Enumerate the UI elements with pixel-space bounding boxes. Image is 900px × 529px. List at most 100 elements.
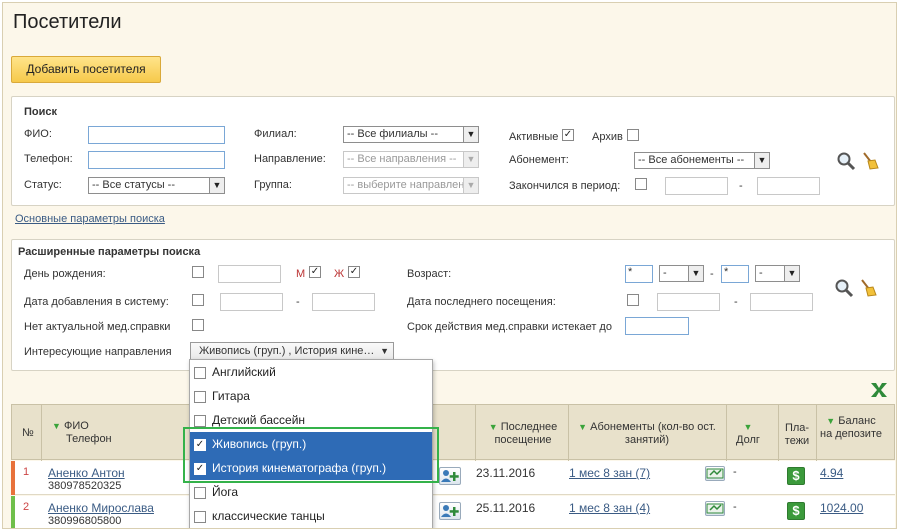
- chevron-down-icon: ▼: [754, 153, 769, 168]
- dropdown-option[interactable]: Английский: [190, 360, 432, 384]
- advanced-title: Расширенные параметры поиска: [18, 246, 201, 258]
- col-debt[interactable]: ▼ Долг: [728, 421, 768, 447]
- branch-value: -- Все филиалы --: [347, 128, 438, 140]
- sort-triangle-icon: ▼: [826, 416, 836, 426]
- option-label: Гитара: [212, 389, 250, 403]
- row-debt: -: [733, 501, 737, 513]
- broom-icon[interactable]: [860, 151, 880, 171]
- row-subscription-link[interactable]: 1 мес 8 зан (7): [569, 466, 650, 480]
- col-subscriptions[interactable]: ▼ Абонементы (кол-во ост. занятий): [572, 421, 722, 447]
- add-visitor-button[interactable]: Добавить посетителя: [11, 56, 161, 83]
- age-dash: -: [710, 268, 714, 280]
- dropdown-option[interactable]: классические танцы: [190, 504, 432, 528]
- col-subscriptions-label: Абонементы (кол-во ост. занятий): [590, 421, 716, 446]
- cert-expires-input[interactable]: [625, 317, 689, 335]
- col-last-visit[interactable]: ▼ Последнее посещение: [478, 421, 568, 447]
- ended-period-label: Закончился в период:: [509, 180, 621, 192]
- row-last-visit: 23.11.2016: [476, 466, 536, 480]
- add-subscription-icon[interactable]: [439, 467, 461, 485]
- payment-dollar-icon[interactable]: $: [787, 502, 805, 520]
- row-status-bar: [11, 496, 15, 528]
- group-label: Группа:: [254, 179, 292, 191]
- search-icon[interactable]: [836, 151, 856, 171]
- option-checkbox[interactable]: [194, 390, 206, 403]
- row-balance[interactable]: 4.94: [820, 466, 843, 480]
- option-checkbox[interactable]: [194, 414, 206, 427]
- table-row[interactable]: 2 Аненко Мирослава 380996805800 25.11.20…: [11, 496, 895, 528]
- status-select[interactable]: -- Все статусы -- ▼: [88, 177, 225, 194]
- archive-checkbox[interactable]: [627, 129, 639, 141]
- no-cert-checkbox[interactable]: [192, 319, 204, 331]
- chevron-down-icon: ▼: [688, 266, 703, 281]
- sort-triangle-icon: ▼: [488, 422, 498, 432]
- age-to-input[interactable]: *: [721, 265, 749, 283]
- add-subscription-icon[interactable]: [439, 502, 461, 520]
- table-row[interactable]: 1 Аненко Антон 380978520325 23.11.2016 1…: [11, 461, 895, 495]
- last-visit-label: Дата последнего посещения:: [407, 296, 556, 308]
- male-checkbox[interactable]: ✓: [309, 266, 321, 278]
- row-balance[interactable]: 1024.00: [820, 501, 863, 515]
- ended-period-checkbox[interactable]: [635, 178, 647, 190]
- basic-search-link[interactable]: Основные параметры поиска: [15, 213, 165, 225]
- row-subscription-link[interactable]: 1 мес 8 зан (4): [569, 501, 650, 515]
- chevron-down-icon: ▼: [463, 127, 478, 142]
- advanced-search-panel: Расширенные параметры поиска День рожден…: [11, 239, 895, 371]
- age-to-select-value: -: [759, 267, 763, 279]
- col-fio[interactable]: ▼ ФИО Телефон: [52, 420, 112, 446]
- group-select[interactable]: -- выберите направлен ▼: [343, 177, 479, 194]
- last-visit-checkbox[interactable]: [627, 294, 639, 306]
- direction-select[interactable]: -- Все направления -- ▼: [343, 151, 479, 168]
- dropdown-option[interactable]: Йога: [190, 480, 432, 504]
- sort-triangle-icon: ▼: [743, 422, 753, 432]
- row-debt: -: [733, 466, 737, 478]
- payment-dollar-icon[interactable]: $: [787, 467, 805, 485]
- cert-expires-label: Срок действия мед.справки истекает до: [407, 321, 612, 333]
- added-from-input[interactable]: [220, 293, 283, 311]
- option-label: классические танцы: [212, 509, 325, 523]
- excel-export-icon[interactable]: [869, 381, 889, 399]
- search-title: Поиск: [24, 106, 58, 118]
- added-dash: -: [296, 296, 300, 308]
- age-to-select[interactable]: - ▼: [755, 265, 800, 282]
- age-from-select[interactable]: - ▼: [659, 265, 704, 282]
- ended-to-input[interactable]: [757, 177, 820, 195]
- last-visit-dash: -: [734, 296, 738, 308]
- row-name-link[interactable]: Аненко Антон: [48, 466, 125, 480]
- added-to-input[interactable]: [312, 293, 375, 311]
- option-checkbox[interactable]: [194, 366, 206, 379]
- page-title: Посетители: [13, 11, 122, 33]
- subscription-value: -- Все абонементы --: [638, 154, 745, 166]
- direction-label: Направление:: [254, 153, 326, 165]
- visitors-table-header: № ▼ ФИО Телефон ▼ Последнее посещение ▼ …: [11, 404, 895, 461]
- ended-from-input[interactable]: [665, 177, 728, 195]
- birthday-checkbox[interactable]: [192, 266, 204, 278]
- interests-label: Интересующие направления: [24, 346, 172, 358]
- fio-label: ФИО:: [24, 128, 52, 140]
- subscription-label: Абонемент:: [509, 154, 569, 166]
- row-last-visit: 25.11.2016: [476, 501, 536, 515]
- selection-highlight-frame: [183, 427, 439, 483]
- col-number: №: [22, 427, 34, 439]
- branch-select[interactable]: -- Все филиалы -- ▼: [343, 126, 479, 143]
- birthday-label: День рождения:: [24, 268, 106, 280]
- search-icon[interactable]: [834, 278, 854, 298]
- last-visit-from-input[interactable]: [657, 293, 720, 311]
- phone-input[interactable]: [88, 151, 225, 169]
- age-from-input[interactable]: *: [625, 265, 653, 283]
- broom-icon[interactable]: [858, 278, 878, 298]
- subscription-select[interactable]: -- Все абонементы -- ▼: [634, 152, 770, 169]
- dropdown-option[interactable]: Гитара: [190, 384, 432, 408]
- female-checkbox[interactable]: ✓: [348, 266, 360, 278]
- last-visit-to-input[interactable]: [750, 293, 813, 311]
- active-checkbox[interactable]: ✓: [562, 129, 574, 141]
- subscription-action-icon[interactable]: [705, 501, 725, 516]
- subscription-action-icon[interactable]: [705, 466, 725, 481]
- option-checkbox[interactable]: [194, 486, 206, 499]
- col-balance[interactable]: ▼ Баланс на депозите: [820, 415, 882, 441]
- fio-input[interactable]: [88, 126, 225, 144]
- row-phone: 380978520325: [48, 480, 122, 492]
- row-name-link[interactable]: Аненко Мирослава: [48, 501, 154, 515]
- added-date-checkbox[interactable]: [192, 294, 204, 306]
- option-checkbox[interactable]: [194, 510, 206, 523]
- birthday-input[interactable]: [218, 265, 281, 283]
